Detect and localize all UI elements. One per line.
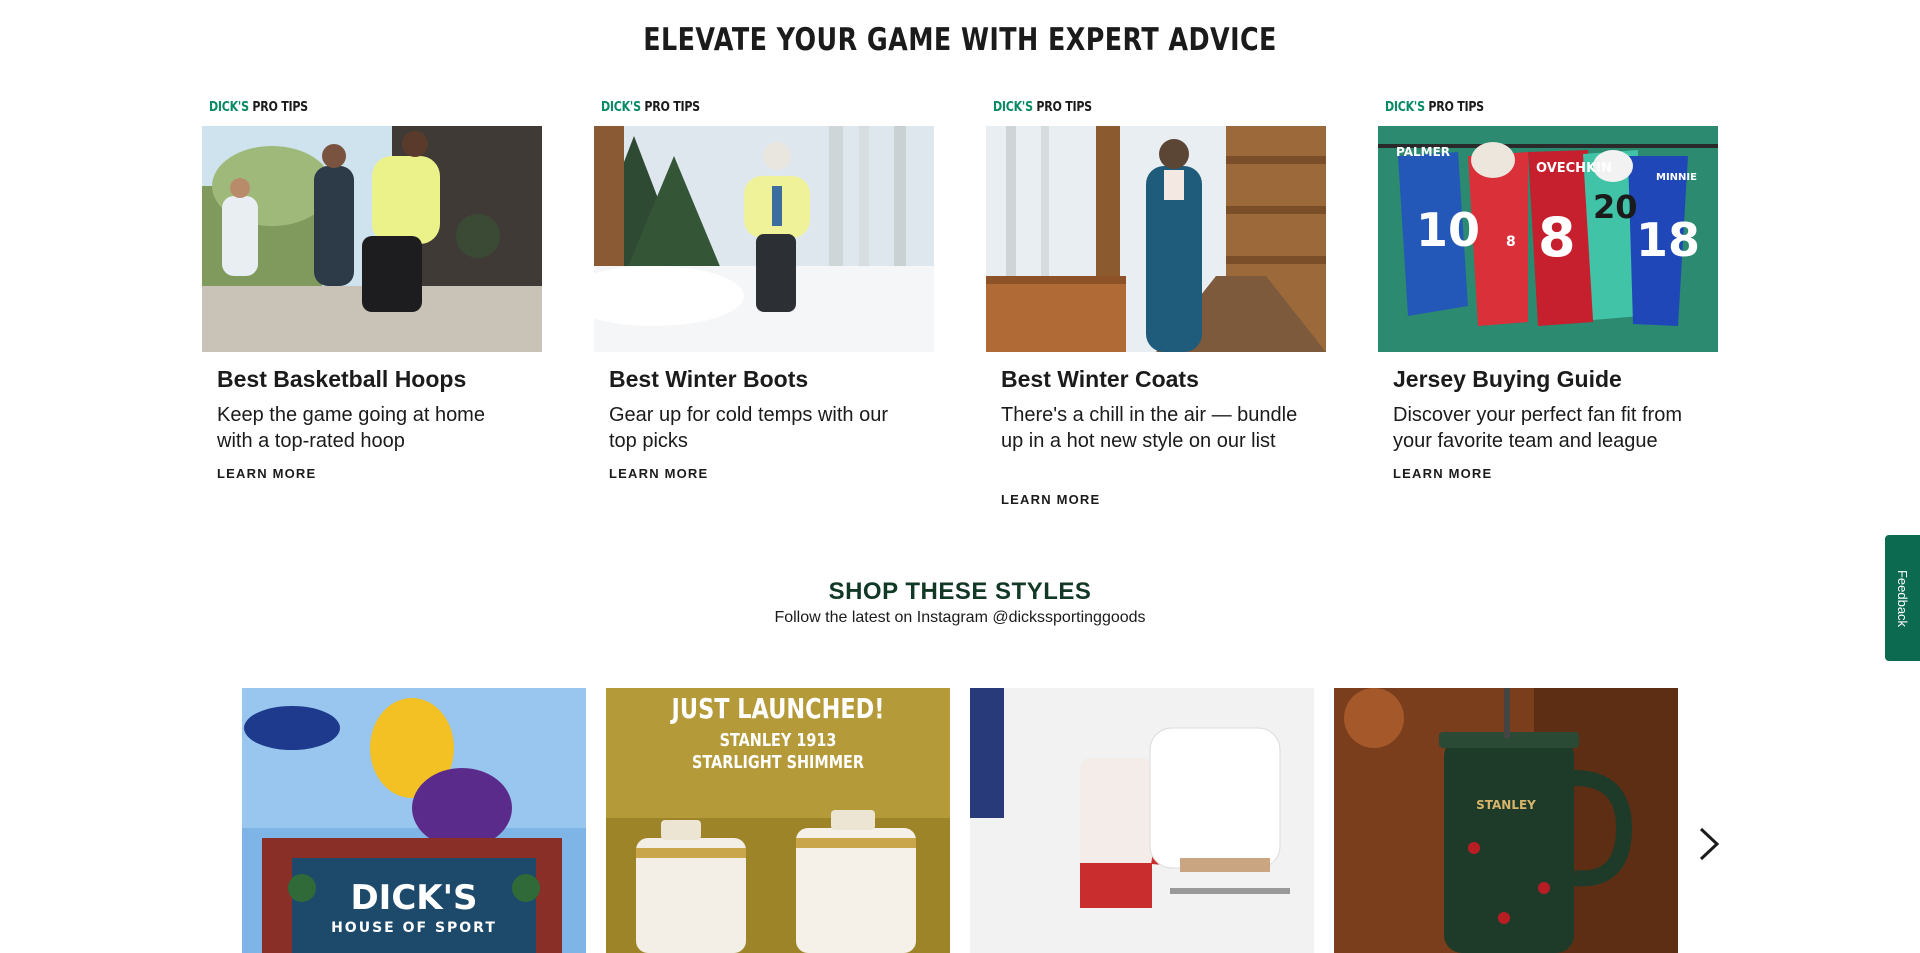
learn-more-link[interactable]: LEARN MORE <box>1393 466 1492 481</box>
store-sign: DICK'S <box>350 878 478 918</box>
tile-line-1: STANLEY 1913 <box>719 730 837 751</box>
pro-tips-badge: DICK'S PRO TIPS <box>601 100 700 115</box>
card-description: Keep the game going at home with a top-r… <box>217 404 485 452</box>
winter-coats-image[interactable] <box>986 126 1326 352</box>
card-title: Jersey Buying Guide <box>1393 366 1622 392</box>
instagram-subheading: Follow the latest on Instagram @dicksspo… <box>774 609 1146 626</box>
instagram-tile[interactable]: DICK'S HOUSE OF SPORT <box>242 688 586 953</box>
jersey-number: 20 <box>1593 188 1638 226</box>
feedback-tab[interactable]: Feedback <box>1885 535 1920 661</box>
learn-more-link[interactable]: LEARN MORE <box>609 466 708 481</box>
tile-headline: JUST LAUNCHED! <box>671 692 885 725</box>
feedback-label: Feedback <box>1895 569 1910 627</box>
winter-boots-image[interactable] <box>594 126 934 352</box>
tile-line-2: STARLIGHT SHIMMER <box>692 752 864 773</box>
card-title: Best Basketball Hoops <box>217 366 467 392</box>
carousel-next-button[interactable] <box>1694 824 1724 864</box>
instagram-tile[interactable]: JUST LAUNCHED! STANLEY 1913 STARLIGHT SH… <box>606 688 950 953</box>
card-description: Gear up for cold temps with our top pick… <box>609 404 889 452</box>
jersey-name: OVECHKIN <box>1536 161 1612 176</box>
stanley-brand: STANLEY <box>1476 798 1536 812</box>
instagram-tile[interactable]: STANLEY <box>1334 688 1678 953</box>
section-heading-expert-advice: ELEVATE YOUR GAME WITH EXPERT ADVICE <box>643 22 1277 58</box>
pro-tips-badge: DICK'S PRO TIPS <box>993 100 1092 115</box>
pro-tips-badge: DICK'S PRO TIPS <box>1385 100 1484 115</box>
card-title: Best Winter Coats <box>1001 366 1199 392</box>
pro-tips-cards: DICK'S PRO TIPS Best Basketball Hoops Ke <box>202 100 1718 520</box>
card-description: There's a chill in the air — bundle up i… <box>1001 404 1298 452</box>
store-sign-sub: HOUSE OF SPORT <box>331 920 497 936</box>
jersey-guide-image[interactable]: 10 PALMER 8 OVECHKIN 8 20 18 MINNIE <box>1378 126 1718 352</box>
card-title: Best Winter Boots <box>609 366 809 392</box>
jersey-number: 8 <box>1506 234 1516 250</box>
section-heading-shop-styles: SHOP THESE STYLES <box>828 578 1092 605</box>
pro-tips-badge: DICK'S PRO TIPS <box>209 100 308 115</box>
jersey-number: 18 <box>1636 213 1700 267</box>
learn-more-link[interactable]: LEARN MORE <box>217 466 316 481</box>
learn-more-link[interactable]: LEARN MORE <box>1001 492 1100 507</box>
instagram-tile[interactable] <box>970 688 1314 953</box>
chevron-right-icon <box>1699 827 1720 861</box>
jersey-name: PALMER <box>1396 145 1450 159</box>
jersey-number: 10 <box>1416 203 1480 257</box>
jersey-number: 8 <box>1538 206 1576 269</box>
instagram-carousel: DICK'S HOUSE OF SPORT JUST LAUNCHED! STA… <box>242 688 1678 953</box>
basketball-hoops-image[interactable] <box>202 126 542 352</box>
card-description: Discover your perfect fan fit from your … <box>1393 404 1682 452</box>
jersey-name: MINNIE <box>1656 172 1697 183</box>
